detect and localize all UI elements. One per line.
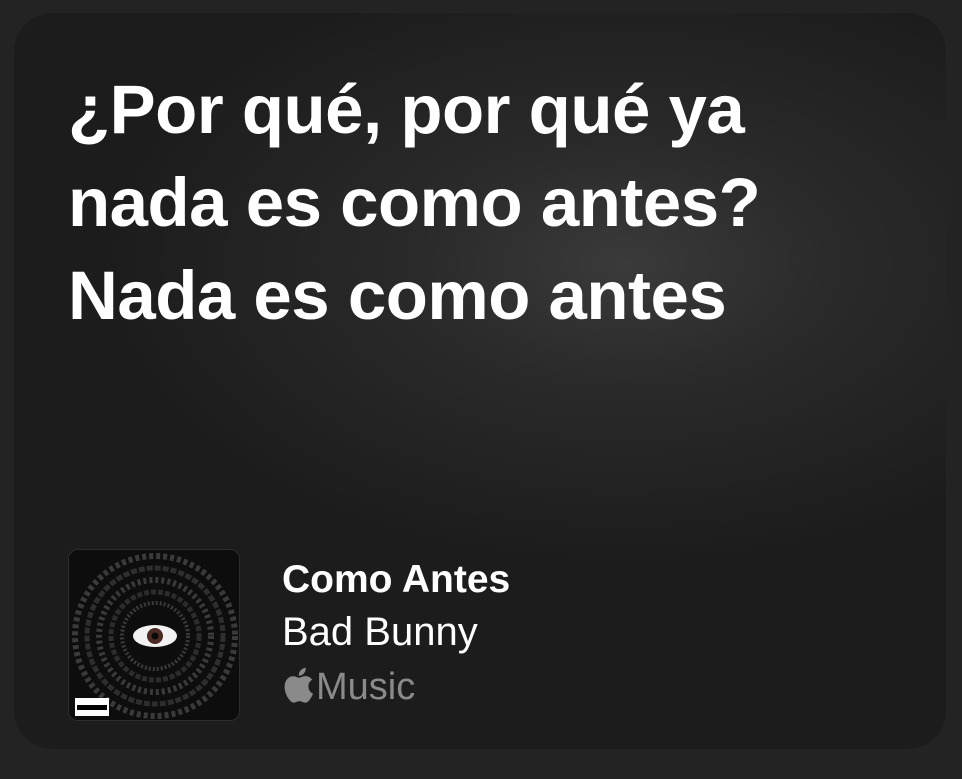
lyric-line-1: ¿Por qué, por qué ya nada es como antes? <box>68 71 761 241</box>
service-name: Music <box>316 666 416 708</box>
lyrics-share-card: ¿Por qué, por qué ya nada es como antes?… <box>14 13 946 749</box>
lyrics-block: ¿Por qué, por qué ya nada es como antes?… <box>68 63 928 342</box>
service-label: Music <box>282 661 510 713</box>
album-art[interactable] <box>68 549 240 721</box>
track-meta: Como Antes Bad Bunny Music <box>282 549 510 721</box>
song-title: Como Antes <box>282 558 511 601</box>
track-info[interactable]: Como Antes Bad Bunny Music <box>68 546 510 724</box>
artist-name: Bad Bunny <box>282 610 478 654</box>
album-art-image <box>69 550 239 720</box>
apple-logo-icon <box>284 667 313 703</box>
lyric-line-2: Nada es como antes <box>68 257 727 334</box>
